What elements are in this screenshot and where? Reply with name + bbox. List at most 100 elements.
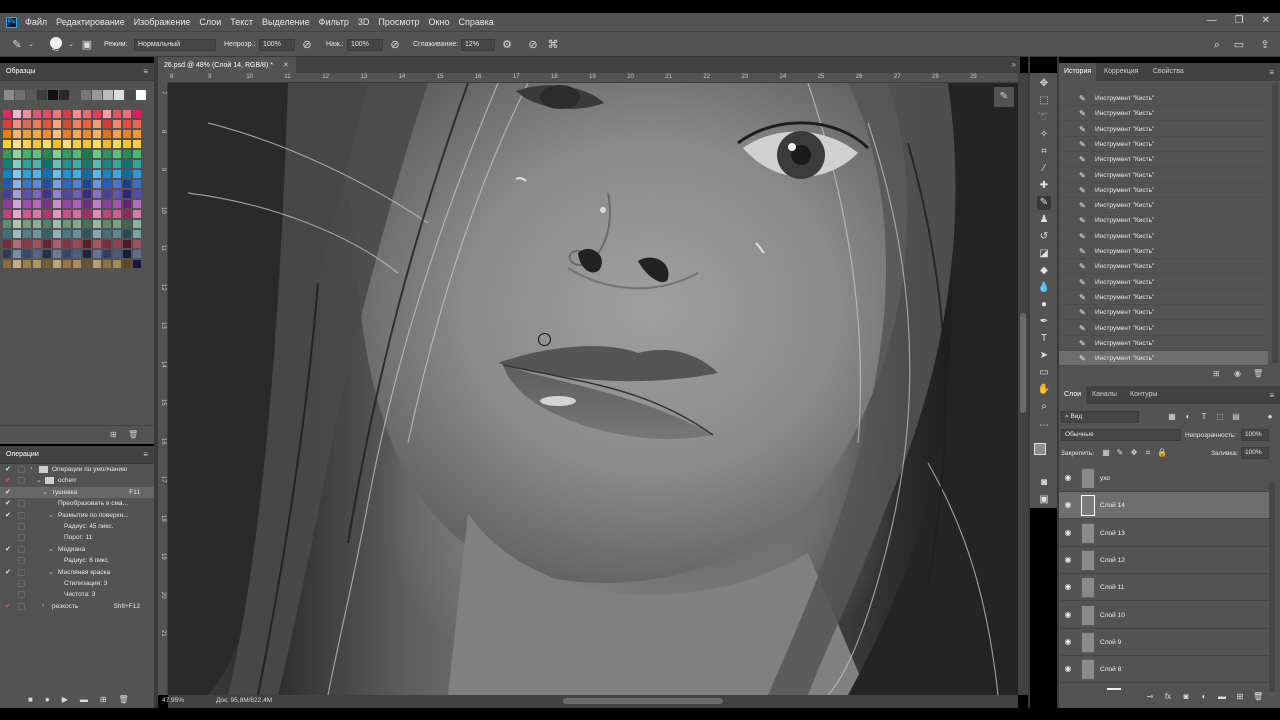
lasso-tool-icon[interactable]: ➰ <box>1037 111 1051 125</box>
color-swatch[interactable] <box>32 109 42 119</box>
chevron-down-icon[interactable]: ⌄ <box>42 488 48 496</box>
color-swatch[interactable] <box>102 139 112 149</box>
color-swatch[interactable] <box>72 249 82 259</box>
color-swatch[interactable] <box>22 249 32 259</box>
color-swatch[interactable] <box>92 159 102 169</box>
new-action-icon[interactable]: ⊞ <box>100 695 107 704</box>
color-swatch[interactable] <box>72 219 82 229</box>
color-swatch[interactable] <box>12 109 22 119</box>
color-swatch[interactable] <box>92 199 102 209</box>
color-swatch[interactable] <box>132 209 142 219</box>
checkmark-icon[interactable] <box>5 522 12 530</box>
color-swatch[interactable] <box>122 129 132 139</box>
color-swatch[interactable] <box>2 119 12 129</box>
flow-input[interactable]: 100% <box>347 39 383 51</box>
color-swatch[interactable] <box>122 209 132 219</box>
color-swatch[interactable] <box>92 139 102 149</box>
action-item[interactable]: ✔ › Операции по умолчанию <box>0 464 154 475</box>
restore-button[interactable]: ❐ <box>1235 15 1244 26</box>
color-swatch[interactable] <box>32 129 42 139</box>
color-swatch[interactable] <box>62 259 72 269</box>
airbrush-icon[interactable]: ⊘ <box>388 38 402 52</box>
layer-thumbnail[interactable] <box>1081 631 1095 653</box>
checkmark-icon[interactable]: ✔ <box>5 488 12 496</box>
color-swatch[interactable] <box>72 139 82 149</box>
color-swatch[interactable] <box>122 149 132 159</box>
color-swatch[interactable] <box>42 179 52 189</box>
color-swatch[interactable] <box>132 159 142 169</box>
action-item[interactable]: Порог: 11 <box>0 532 154 543</box>
color-swatch[interactable] <box>112 189 122 199</box>
color-swatch[interactable] <box>82 179 92 189</box>
checkmark-icon[interactable] <box>5 579 12 587</box>
color-swatch[interactable] <box>52 249 62 259</box>
color-swatch[interactable] <box>32 149 42 159</box>
color-swatch[interactable] <box>52 139 62 149</box>
history-item[interactable]: ✎ Инструмент "Кисть" <box>1059 183 1268 198</box>
color-swatch[interactable] <box>102 249 112 259</box>
color-swatch[interactable] <box>22 219 32 229</box>
color-swatch[interactable] <box>112 229 122 239</box>
dialog-toggle-box[interactable] <box>18 466 25 473</box>
color-swatch[interactable] <box>92 129 102 139</box>
color-swatch[interactable] <box>132 139 142 149</box>
color-swatch[interactable] <box>102 229 112 239</box>
chevron-down-icon[interactable]: ⌄ <box>64 38 78 52</box>
tabs-overflow-icon[interactable]: » <box>1012 60 1016 69</box>
blend-mode-select[interactable]: Обычные <box>1061 429 1181 441</box>
color-swatch[interactable] <box>2 159 12 169</box>
color-swatch[interactable] <box>22 119 32 129</box>
color-swatch[interactable] <box>132 189 142 199</box>
color-swatch[interactable] <box>42 249 52 259</box>
checkmark-icon[interactable] <box>5 556 12 564</box>
layer-filter-select[interactable]: ⌕ Вид <box>1061 411 1139 423</box>
color-swatch[interactable] <box>42 209 52 219</box>
color-swatch[interactable] <box>72 209 82 219</box>
color-swatch[interactable] <box>82 199 92 209</box>
color-swatch[interactable] <box>82 159 92 169</box>
fill-input[interactable]: 100% <box>1241 447 1269 459</box>
color-swatch[interactable] <box>32 209 42 219</box>
color-swatch[interactable] <box>132 229 142 239</box>
color-swatch[interactable] <box>62 229 72 239</box>
pressure-size-icon[interactable]: ⊘ <box>526 38 540 52</box>
menu-item[interactable]: Изображение <box>134 17 191 27</box>
color-swatch[interactable] <box>122 119 132 129</box>
healing-tool-icon[interactable]: ✚ <box>1037 179 1051 193</box>
color-swatch[interactable] <box>32 249 42 259</box>
color-swatch[interactable] <box>112 259 122 269</box>
move-tool-icon[interactable]: ✥ <box>1037 77 1051 91</box>
color-swatch[interactable] <box>42 219 52 229</box>
color-swatch[interactable] <box>62 109 72 119</box>
horizontal-ruler[interactable]: 8 9 10 11 12 13 14 15 16 17 18 19 20 21 22 23 24 25 26 27 28… <box>168 73 1018 83</box>
color-swatch[interactable] <box>62 209 72 219</box>
history-item[interactable]: ✎ Инструмент "Кисть" <box>1059 137 1268 152</box>
color-swatch[interactable] <box>102 259 112 269</box>
color-swatch[interactable] <box>52 219 62 229</box>
color-swatch[interactable] <box>22 129 32 139</box>
magic-wand-tool-icon[interactable]: ✧ <box>1037 128 1051 142</box>
minimize-button[interactable]: — <box>1207 15 1217 26</box>
color-swatch[interactable] <box>12 159 22 169</box>
history-item[interactable]: ✎ Инструмент "Кисть" <box>1059 152 1268 168</box>
lock-transparency-icon[interactable]: ▦ <box>1101 448 1111 458</box>
color-swatch[interactable] <box>72 199 82 209</box>
color-swatch[interactable] <box>122 219 132 229</box>
color-swatch[interactable] <box>12 139 22 149</box>
color-swatch[interactable] <box>42 259 52 269</box>
panel-menu-icon[interactable]: ≡ <box>1269 391 1274 400</box>
color-swatch[interactable] <box>112 199 122 209</box>
gear-icon[interactable]: ⚙ <box>500 38 514 52</box>
color-swatch[interactable] <box>102 159 112 169</box>
brush-panel-toggle-icon[interactable]: ▣ <box>80 38 94 52</box>
color-swatch[interactable] <box>22 109 32 119</box>
color-swatch[interactable] <box>52 119 62 129</box>
gray-swatch[interactable] <box>136 90 146 100</box>
smoothing-input[interactable]: 12% <box>461 39 495 51</box>
layer-row[interactable]: ◉ Слой 10 <box>1059 602 1269 629</box>
color-swatch[interactable] <box>12 239 22 249</box>
foreground-color-swatch[interactable] <box>1034 443 1046 455</box>
color-swatch[interactable] <box>122 249 132 259</box>
color-swatch[interactable] <box>122 239 132 249</box>
color-swatch[interactable] <box>62 149 72 159</box>
